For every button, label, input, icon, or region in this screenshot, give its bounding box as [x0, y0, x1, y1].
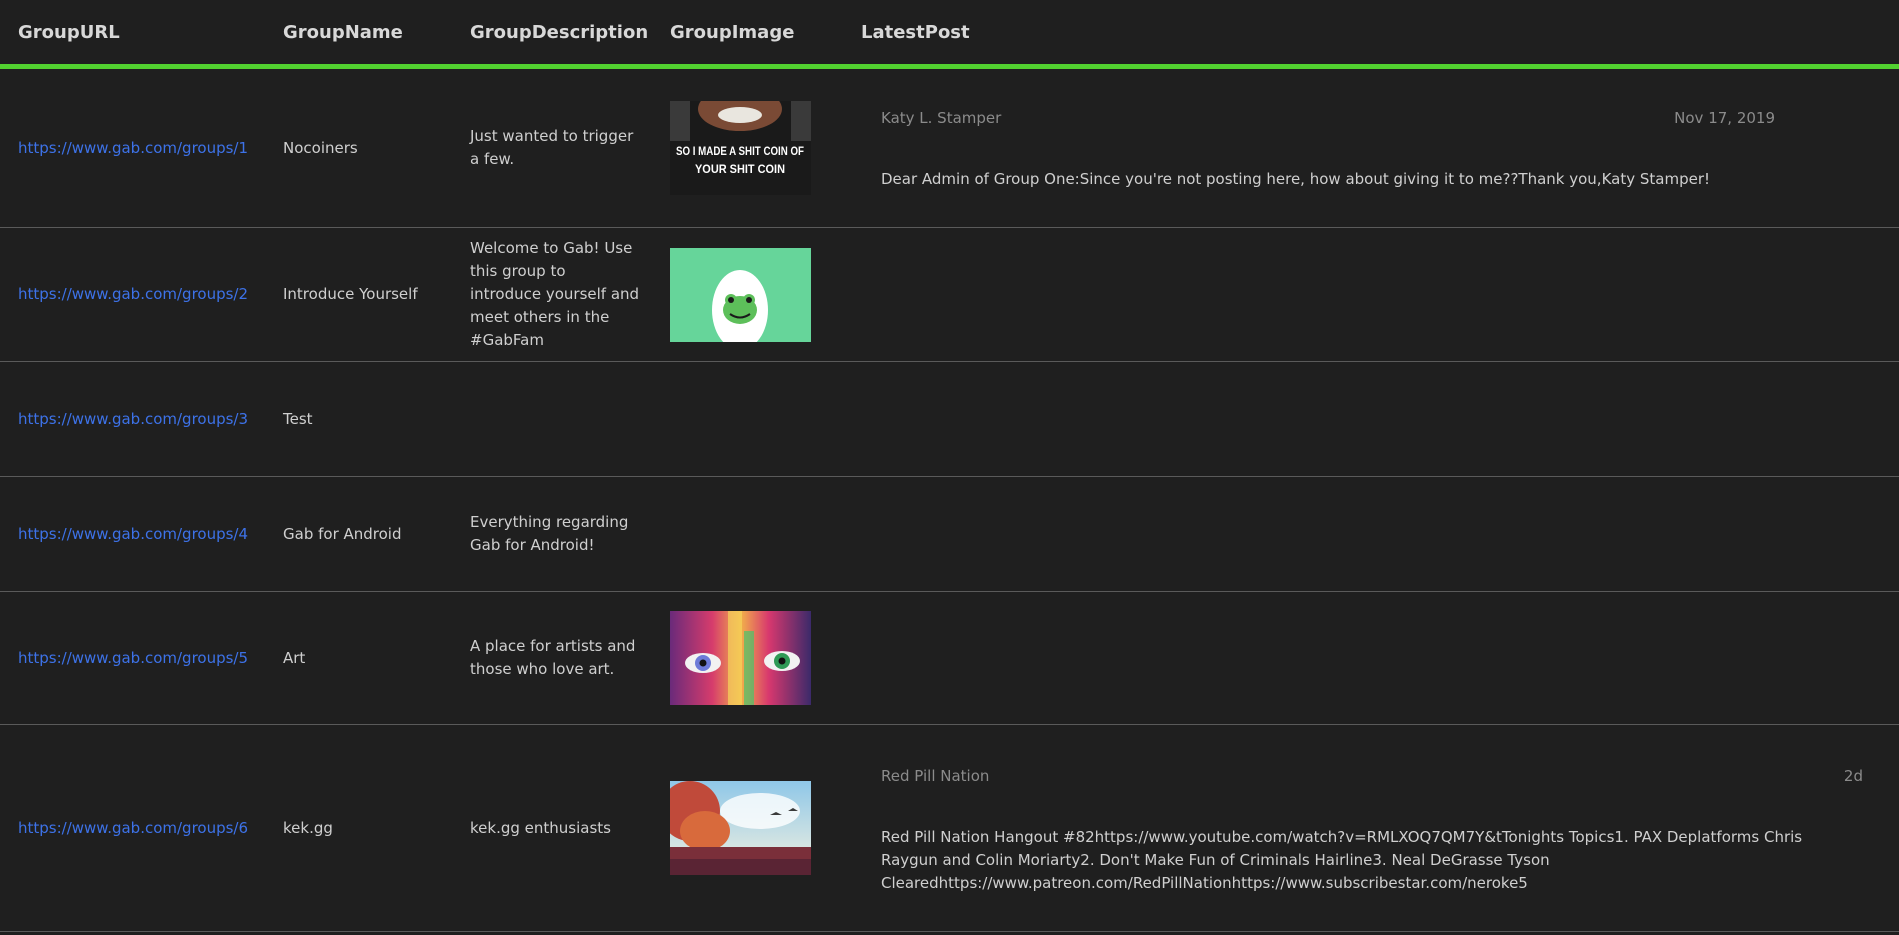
groups-table: GroupURL GroupName GroupDescription Grou…	[0, 0, 1899, 932]
post-date: 2d	[1843, 767, 1863, 785]
group-image-frog[interactable]	[670, 247, 811, 342]
group-description: Just wanted to trigger a few.	[470, 127, 634, 168]
group-image-landscape[interactable]	[670, 781, 811, 875]
group-description: A place for artists and those who love a…	[470, 637, 636, 678]
svg-text:YOUR SHIT COIN: YOUR SHIT COIN	[695, 162, 785, 176]
group-name: Test	[283, 361, 470, 477]
group-description: Everything regarding Gab for Android!	[470, 513, 629, 554]
group-url-link[interactable]: https://www.gab.com/groups/2	[18, 285, 248, 303]
group-url-link[interactable]: https://www.gab.com/groups/4	[18, 525, 248, 543]
group-description: Welcome to Gab! Use this group to introd…	[470, 239, 640, 349]
group-url-link[interactable]: https://www.gab.com/groups/5	[18, 649, 248, 667]
table-row: https://www.gab.com/groups/2 Introduce Y…	[0, 227, 1899, 362]
table-row: https://www.gab.com/groups/6 kek.gg kek.…	[0, 724, 1899, 932]
latest-post-header: Red Pill Nation 2d	[881, 765, 1863, 788]
group-url-link[interactable]: https://www.gab.com/groups/3	[18, 410, 248, 428]
post-date: Nov 17, 2019	[1674, 109, 1775, 127]
header-group-description[interactable]: GroupDescription	[470, 0, 670, 69]
group-url-link[interactable]: https://www.gab.com/groups/6	[18, 819, 248, 837]
table-row: https://www.gab.com/groups/1 Nocoiners J…	[0, 66, 1899, 228]
header-row: GroupURL GroupName GroupDescription Grou…	[0, 0, 1899, 69]
table-row: https://www.gab.com/groups/3 Test	[0, 361, 1899, 477]
group-image-meme[interactable]: SO I MADE A SHIT COIN OF YOUR SHIT COIN	[670, 101, 811, 195]
group-description: kek.gg enthusiasts	[470, 818, 611, 837]
group-name: kek.gg	[283, 724, 470, 932]
table-row: https://www.gab.com/groups/4 Gab for And…	[0, 476, 1899, 592]
group-url-link[interactable]: https://www.gab.com/groups/1	[18, 139, 248, 157]
post-author[interactable]: Katy L. Stamper	[881, 107, 1001, 130]
header-group-name[interactable]: GroupName	[283, 0, 470, 69]
group-name: Nocoiners	[283, 66, 470, 228]
group-name: Gab for Android	[283, 476, 470, 592]
table-row: https://www.gab.com/groups/5 Art A place…	[0, 591, 1899, 725]
group-name: Art	[283, 591, 470, 725]
group-image-art[interactable]	[670, 611, 811, 705]
post-body: Dear Admin of Group One:Since you're not…	[881, 170, 1711, 188]
group-name: Introduce Yourself	[283, 227, 470, 362]
post-author[interactable]: Red Pill Nation	[881, 765, 989, 788]
header-group-url[interactable]: GroupURL	[0, 0, 283, 69]
svg-text:SO I MADE A SHIT COIN OF: SO I MADE A SHIT COIN OF	[676, 144, 804, 158]
post-body: Red Pill Nation Hangout #82https://www.y…	[881, 828, 1803, 892]
header-group-image[interactable]: GroupImage	[670, 0, 861, 69]
latest-post-header: Katy L. Stamper Nov 17, 2019	[881, 107, 1863, 130]
header-latest-post[interactable]: LatestPost	[861, 0, 1899, 69]
